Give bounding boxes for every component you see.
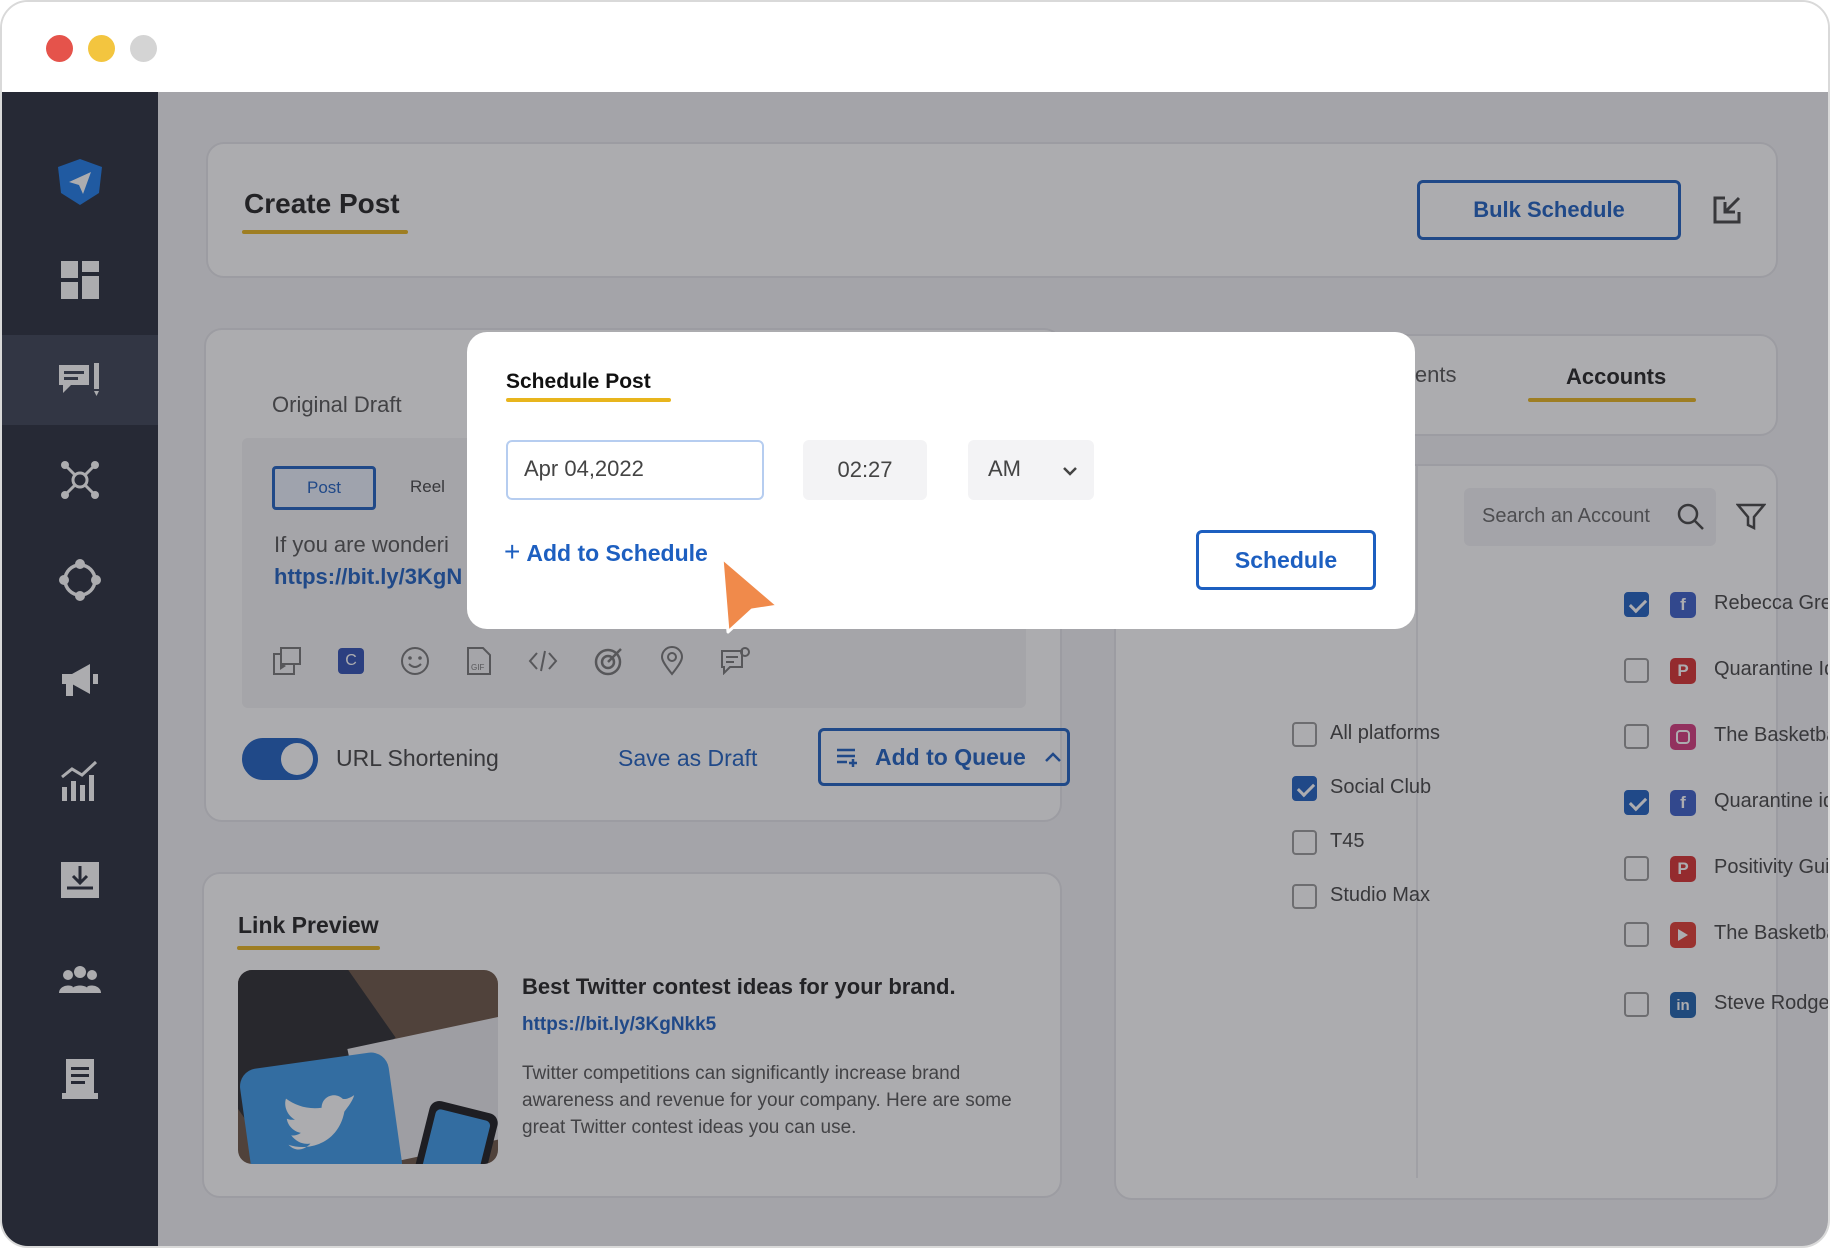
- app-window: Create Post Bulk Schedule Original Draft…: [0, 0, 1830, 1248]
- modal-title: Schedule Post: [506, 370, 651, 393]
- maximize-window-button[interactable]: [130, 35, 157, 62]
- modal-title-underline: [506, 398, 671, 402]
- ampm-select[interactable]: AM: [968, 440, 1094, 500]
- time-input[interactable]: 02:27: [803, 440, 927, 500]
- add-to-schedule-label: Add to Schedule: [526, 540, 708, 566]
- minimize-window-button[interactable]: [88, 35, 115, 62]
- chevron-down-icon: [1063, 467, 1077, 476]
- schedule-post-modal: Schedule Post Apr 04,2022 02:27 AM + Add …: [467, 332, 1415, 629]
- cursor-pointer-icon: [720, 556, 780, 634]
- modal-backdrop[interactable]: [2, 92, 1828, 1246]
- schedule-button[interactable]: Schedule: [1196, 530, 1376, 590]
- plus-icon: +: [504, 536, 521, 567]
- title-bar: [2, 2, 1828, 92]
- date-input[interactable]: Apr 04,2022: [506, 440, 764, 500]
- close-window-button[interactable]: [46, 35, 73, 62]
- ampm-value: AM: [988, 456, 1021, 481]
- add-to-schedule-link[interactable]: + Add to Schedule: [504, 536, 708, 568]
